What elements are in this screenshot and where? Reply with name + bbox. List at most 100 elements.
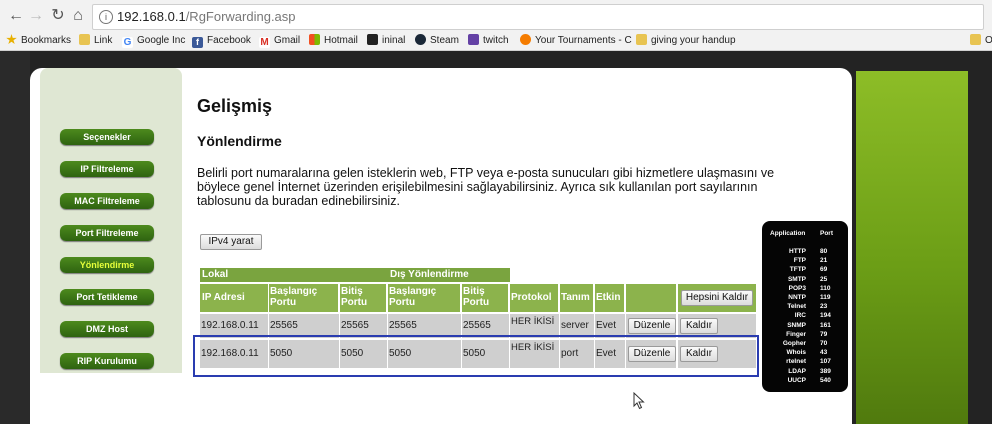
twitch-icon bbox=[468, 34, 479, 45]
port-list-row: POP3 110 bbox=[762, 285, 848, 293]
port-list-app: Finger bbox=[786, 330, 806, 338]
selection-highlight bbox=[193, 335, 759, 377]
port-list-row: FTP 21 bbox=[762, 257, 848, 265]
port-list-header-app: Application bbox=[770, 230, 806, 237]
section-title: Yönlendirme bbox=[197, 133, 282, 149]
port-list-row: TFTP 69 bbox=[762, 266, 848, 274]
remove-all-button[interactable]: Hepsini Kaldır bbox=[681, 290, 753, 306]
port-list-port: 25 bbox=[820, 275, 828, 283]
folder-icon bbox=[970, 34, 981, 45]
port-reference-list: Application Port HTTP 80 FTP 21 TFTP 69 SMTP 25… bbox=[762, 221, 848, 392]
port-list-app: FTP bbox=[793, 257, 806, 265]
ipv4-create-button[interactable]: IPv4 yarat bbox=[200, 234, 262, 250]
port-list-app: POP3 bbox=[788, 284, 806, 292]
folder-icon bbox=[636, 34, 647, 45]
bookmark-facebook[interactable]: f Facebook bbox=[192, 34, 251, 48]
bookmark-bookmarks[interactable]: Bookmarks bbox=[6, 34, 71, 48]
url-host: 192.168.0.1 bbox=[117, 9, 186, 24]
port-list-row: Finger 79 bbox=[762, 331, 848, 339]
header-protocol: Protokol bbox=[510, 284, 558, 312]
nav-ip-filtreleme[interactable]: IP Filtreleme bbox=[60, 161, 154, 177]
row1-edit-button[interactable]: Düzenle bbox=[628, 318, 676, 334]
back-icon[interactable]: ← bbox=[6, 6, 26, 26]
port-list-port: 119 bbox=[820, 294, 831, 301]
port-list-row: Whois 43 bbox=[762, 349, 848, 357]
gmail-icon: M bbox=[259, 37, 270, 48]
port-list-port: 70 bbox=[820, 340, 828, 347]
port-list-app: SNMP bbox=[787, 321, 806, 329]
header-local-end: Bitiş Portu bbox=[340, 284, 386, 312]
bookmark-link[interactable]: Link bbox=[79, 34, 112, 48]
port-list-port: 389 bbox=[820, 367, 831, 375]
bookmark-giving-handup[interactable]: giving your handup bbox=[636, 34, 736, 48]
header-local-start: Başlangıç Portu bbox=[269, 284, 338, 312]
port-list-app: LDAP bbox=[788, 367, 806, 375]
google-icon: G bbox=[122, 37, 133, 48]
port-list-port: 21 bbox=[820, 257, 828, 265]
tournament-icon bbox=[520, 34, 531, 45]
port-list-port: 69 bbox=[820, 266, 828, 274]
group-external: Dış Yönlendirme bbox=[388, 268, 510, 282]
nav-port-tetikleme[interactable]: Port Tetikleme bbox=[60, 289, 154, 305]
forward-icon[interactable]: → bbox=[26, 6, 46, 26]
nav-mac-filtreleme[interactable]: MAC Filtreleme bbox=[60, 193, 154, 209]
port-list-app: IRC bbox=[794, 312, 806, 320]
port-list-row: IRC 194 bbox=[762, 312, 848, 320]
header-ext-start: Başlangıç Portu bbox=[388, 284, 460, 312]
port-list-app: HTTP bbox=[789, 248, 806, 255]
bookmark-google[interactable]: G Google Inc bbox=[122, 34, 185, 48]
port-list-app: Gopher bbox=[782, 340, 806, 347]
ininal-icon bbox=[367, 34, 378, 45]
port-list-row: Telnet 23 bbox=[762, 303, 848, 311]
star-icon bbox=[6, 34, 17, 45]
page-description: Belirli port numaralarına gelen istekler… bbox=[197, 166, 775, 208]
decorative-green-bar bbox=[856, 71, 968, 424]
port-list-row: LDAP 389 bbox=[762, 368, 848, 376]
header-description: Tanım bbox=[560, 284, 593, 312]
port-list-row: SNMP 161 bbox=[762, 322, 848, 330]
port-list-app: rtelnet bbox=[786, 358, 806, 366]
url-path: /RgForwarding.asp bbox=[185, 9, 296, 24]
reload-icon[interactable]: ↻ bbox=[48, 6, 68, 26]
facebook-icon: f bbox=[192, 37, 203, 48]
port-list-port: 194 bbox=[820, 312, 831, 320]
bookmark-tournaments[interactable]: Your Tournaments - C bbox=[520, 34, 632, 48]
port-list-row: NNTP 119 bbox=[762, 294, 848, 302]
bookmark-twitch[interactable]: twitch bbox=[468, 34, 509, 48]
header-ip: IP Adresi bbox=[200, 284, 268, 312]
port-list-row: Gopher 70 bbox=[762, 340, 848, 348]
port-list-app: UUCP bbox=[787, 376, 806, 384]
bookmark-gmail[interactable]: M Gmail bbox=[259, 34, 300, 48]
info-icon[interactable]: i bbox=[99, 10, 113, 24]
group-local: Lokal bbox=[200, 268, 388, 282]
port-list-app: NNTP bbox=[788, 294, 806, 301]
nav-rip-kurulumu[interactable]: RIP Kurulumu bbox=[60, 353, 154, 369]
mouse-cursor-icon bbox=[633, 392, 645, 410]
home-icon[interactable]: ⌂ bbox=[68, 6, 88, 26]
nav-port-filtreleme[interactable]: Port Filtreleme bbox=[60, 225, 154, 241]
port-list-app: Whois bbox=[786, 349, 807, 357]
windows-icon bbox=[309, 34, 320, 45]
nav-dmz-host[interactable]: DMZ Host bbox=[60, 321, 154, 337]
port-list-port: 161 bbox=[820, 321, 831, 329]
port-list-app: SMTP bbox=[787, 275, 806, 283]
bookmark-steam[interactable]: Steam bbox=[415, 34, 459, 48]
port-list-row: rtelnet 107 bbox=[762, 358, 848, 366]
bookmark-ininal[interactable]: ininal bbox=[367, 34, 405, 48]
port-list-row: SMTP 25 bbox=[762, 276, 848, 284]
header-ext-end: Bitiş Portu bbox=[462, 284, 508, 312]
nav-secenekler[interactable]: Seçenekler bbox=[60, 129, 154, 145]
address-bar[interactable]: i 192.168.0.1/RgForwarding.asp bbox=[92, 4, 984, 30]
port-list-header-port: Port bbox=[820, 230, 833, 237]
bookmark-hotmail[interactable]: Hotmail bbox=[309, 34, 358, 48]
port-list-row: HTTP 80 bbox=[762, 248, 848, 256]
bookmark-other[interactable]: O bbox=[970, 34, 992, 48]
port-list-app: TFTP bbox=[789, 266, 806, 274]
port-list-port: 540 bbox=[820, 376, 831, 384]
nav-yonlendirme[interactable]: Yönlendirme bbox=[60, 257, 154, 273]
browser-toolbar: ← → ↻ ⌂ i 192.168.0.1/RgForwarding.asp bbox=[0, 0, 992, 33]
port-list-app: Telnet bbox=[787, 303, 806, 311]
row1-remove-button[interactable]: Kaldır bbox=[680, 318, 718, 334]
port-list-port: 110 bbox=[820, 284, 831, 292]
bookmarks-bar: Bookmarks Link G Google Inc f Facebook M Gm… bbox=[0, 32, 992, 51]
